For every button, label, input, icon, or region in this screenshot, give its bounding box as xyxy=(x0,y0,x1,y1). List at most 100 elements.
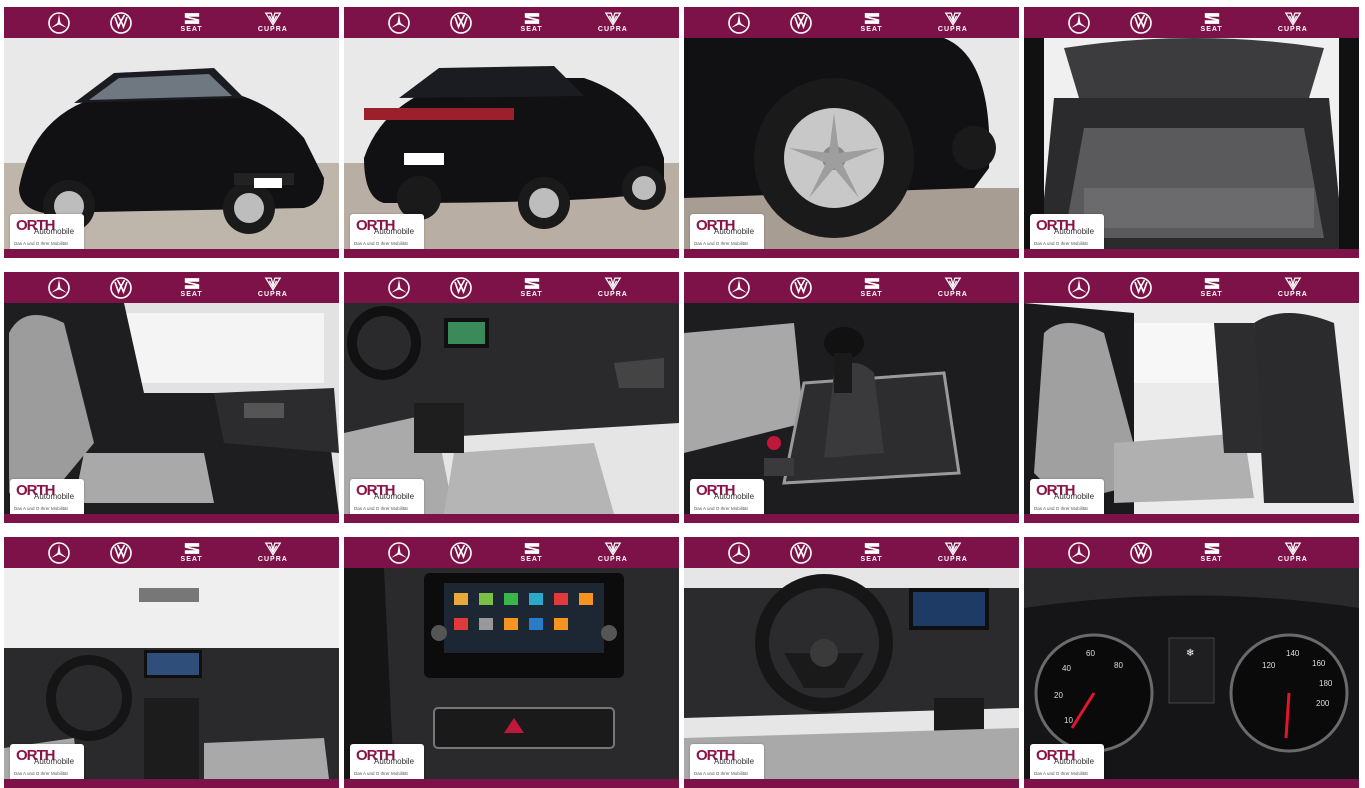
cupra-logo-icon: CUPRA xyxy=(590,539,636,567)
seat-wordmark: SEAT xyxy=(180,291,203,298)
volkswagen-logo-icon xyxy=(109,541,133,565)
cupra-logo-icon: CUPRA xyxy=(250,9,296,37)
cupra-wordmark: CUPRA xyxy=(937,26,968,33)
photo-tile-3[interactable]: SEAT CUPRA ORTH Automobile Das A und O I… xyxy=(684,7,1019,258)
photo-tile-6[interactable]: SEAT CUPRA ORTH Automobile Das A und O I… xyxy=(344,272,679,523)
footer-bar xyxy=(1024,779,1359,788)
seat-logo-icon: SEAT xyxy=(172,274,212,302)
footer-bar xyxy=(4,779,339,788)
seat-logo-icon: SEAT xyxy=(852,9,892,37)
photo-tile-12[interactable]: 40 60 80 20 10 120 140 160 180 200 ❄ SEA… xyxy=(1024,537,1359,788)
dealer-badge: ORTH Automobile Das A und O Ihrer Mobili… xyxy=(10,744,84,782)
dealer-badge: ORTH Automobile Das A und O Ihrer Mobili… xyxy=(350,744,424,782)
mercedes-logo-icon xyxy=(1067,11,1091,35)
brand-bar: SEAT CUPRA xyxy=(1024,537,1359,568)
seat-logo-icon: SEAT xyxy=(172,9,212,37)
seat-wordmark: SEAT xyxy=(860,291,883,298)
dealer-badge: ORTH Automobile Das A und O Ihrer Mobili… xyxy=(1030,214,1104,252)
photo-tile-5[interactable]: SEAT CUPRA ORTH Automobile Das A und O I… xyxy=(4,272,339,523)
volkswagen-logo-icon xyxy=(1129,276,1153,300)
dealer-sub: Automobile xyxy=(374,492,415,501)
dealer-tagline: Das A und O Ihrer Mobilität xyxy=(1034,241,1088,246)
seat-wordmark: SEAT xyxy=(520,291,543,298)
photo-tile-9[interactable]: SEAT CUPRA ORTH Automobile Das A und O I… xyxy=(4,537,339,788)
dealer-tagline: Das A und O Ihrer Mobilität xyxy=(694,771,748,776)
volkswagen-logo-icon xyxy=(1129,541,1153,565)
cupra-wordmark: CUPRA xyxy=(597,556,628,563)
dealer-sub: Automobile xyxy=(374,227,415,236)
dealer-sub: Automobile xyxy=(714,757,755,766)
cluster-left-tick-1: 40 xyxy=(1062,664,1071,673)
brand-bar: SEAT CUPRA xyxy=(4,537,339,568)
cupra-logo-icon: CUPRA xyxy=(250,274,296,302)
cupra-logo-icon: CUPRA xyxy=(1270,9,1316,37)
brand-bar: SEAT CUPRA xyxy=(684,537,1019,568)
photo-tile-8[interactable]: SEAT CUPRA ORTH Automobile Das A und O I… xyxy=(1024,272,1359,523)
dealer-badge: ORTH Automobile Das A und O Ihrer Mobili… xyxy=(690,214,764,252)
brand-bar: SEAT CUPRA xyxy=(684,272,1019,303)
seat-logo-icon: SEAT xyxy=(512,9,552,37)
dealer-sub: Automobile xyxy=(1054,492,1095,501)
brand-bar: SEAT CUPRA xyxy=(4,7,339,38)
cupra-wordmark: CUPRA xyxy=(1277,26,1308,33)
dealer-tagline: Das A und O Ihrer Mobilität xyxy=(14,241,68,246)
photo-tile-7[interactable]: SEAT CUPRA ORTH Automobile Das A und O I… xyxy=(684,272,1019,523)
dealer-tagline: Das A und O Ihrer Mobilität xyxy=(354,506,408,511)
dealer-sub: Automobile xyxy=(34,757,75,766)
cupra-wordmark: CUPRA xyxy=(937,291,968,298)
photo-tile-4[interactable]: SEAT CUPRA ORTH Automobile Das A und O I… xyxy=(1024,7,1359,258)
cluster-left-tick-3: 80 xyxy=(1114,661,1123,670)
seat-wordmark: SEAT xyxy=(860,556,883,563)
volkswagen-logo-icon xyxy=(789,11,813,35)
volkswagen-logo-icon xyxy=(449,11,473,35)
dealer-tagline: Das A und O Ihrer Mobilität xyxy=(1034,506,1088,511)
cluster-left-tick-5: 10 xyxy=(1064,716,1073,725)
brand-bar: SEAT CUPRA xyxy=(684,7,1019,38)
seat-logo-icon: SEAT xyxy=(852,274,892,302)
dealer-badge: ORTH Automobile Das A und O Ihrer Mobili… xyxy=(350,479,424,517)
dealer-badge: ORTH Automobile Das A und O Ihrer Mobili… xyxy=(690,744,764,782)
cluster-right-tick-4: 180 xyxy=(1319,679,1333,688)
photo-tile-10[interactable]: SEAT CUPRA ORTH Automobile Das A und O I… xyxy=(344,537,679,788)
footer-bar xyxy=(344,514,679,523)
photo-grid: SEAT CUPRA ORTH Automobile Das A und O I… xyxy=(0,0,1365,788)
photo-tile-11[interactable]: SEAT CUPRA ORTH Automobile Das A und O I… xyxy=(684,537,1019,788)
photo-tile-1[interactable]: SEAT CUPRA ORTH Automobile Das A und O I… xyxy=(4,7,339,258)
photo-tile-2[interactable]: SEAT CUPRA ORTH Automobile Das A und O I… xyxy=(344,7,679,258)
seat-logo-icon: SEAT xyxy=(852,539,892,567)
cupra-logo-icon: CUPRA xyxy=(250,539,296,567)
mercedes-logo-icon xyxy=(47,11,71,35)
cupra-logo-icon: CUPRA xyxy=(930,539,976,567)
cluster-right-tick-3: 160 xyxy=(1312,659,1326,668)
cluster-right-tick-1: 120 xyxy=(1262,661,1276,670)
cluster-right-tick-2: 140 xyxy=(1286,649,1300,658)
cupra-logo-icon: CUPRA xyxy=(1270,274,1316,302)
footer-bar xyxy=(684,779,1019,788)
mercedes-logo-icon xyxy=(727,541,751,565)
svg-text:❄: ❄ xyxy=(1186,648,1194,659)
dealer-badge: ORTH Automobile Das A und O Ihrer Mobili… xyxy=(1030,479,1104,517)
volkswagen-logo-icon xyxy=(109,11,133,35)
dealer-tagline: Das A und O Ihrer Mobilität xyxy=(14,771,68,776)
dealer-badge: ORTH Automobile Das A und O Ihrer Mobili… xyxy=(10,214,84,252)
dealer-tagline: Das A und O Ihrer Mobilität xyxy=(354,241,408,246)
footer-bar xyxy=(4,249,339,258)
dealer-sub: Automobile xyxy=(1054,757,1095,766)
footer-bar xyxy=(4,514,339,523)
seat-logo-icon: SEAT xyxy=(512,539,552,567)
mercedes-logo-icon xyxy=(727,276,751,300)
seat-wordmark: SEAT xyxy=(520,556,543,563)
mercedes-logo-icon xyxy=(387,11,411,35)
dealer-badge: ORTH Automobile Das A und O Ihrer Mobili… xyxy=(1030,744,1104,782)
brand-bar: SEAT CUPRA xyxy=(344,537,679,568)
footer-bar xyxy=(344,249,679,258)
footer-bar xyxy=(344,779,679,788)
seat-wordmark: SEAT xyxy=(860,26,883,33)
dealer-tagline: Das A und O Ihrer Mobilität xyxy=(694,506,748,511)
mercedes-logo-icon xyxy=(1067,276,1091,300)
dealer-tagline: Das A und O Ihrer Mobilität xyxy=(354,771,408,776)
volkswagen-logo-icon xyxy=(789,276,813,300)
dealer-sub: Automobile xyxy=(1054,227,1095,236)
dealer-sub: Automobile xyxy=(714,227,755,236)
volkswagen-logo-icon xyxy=(789,541,813,565)
